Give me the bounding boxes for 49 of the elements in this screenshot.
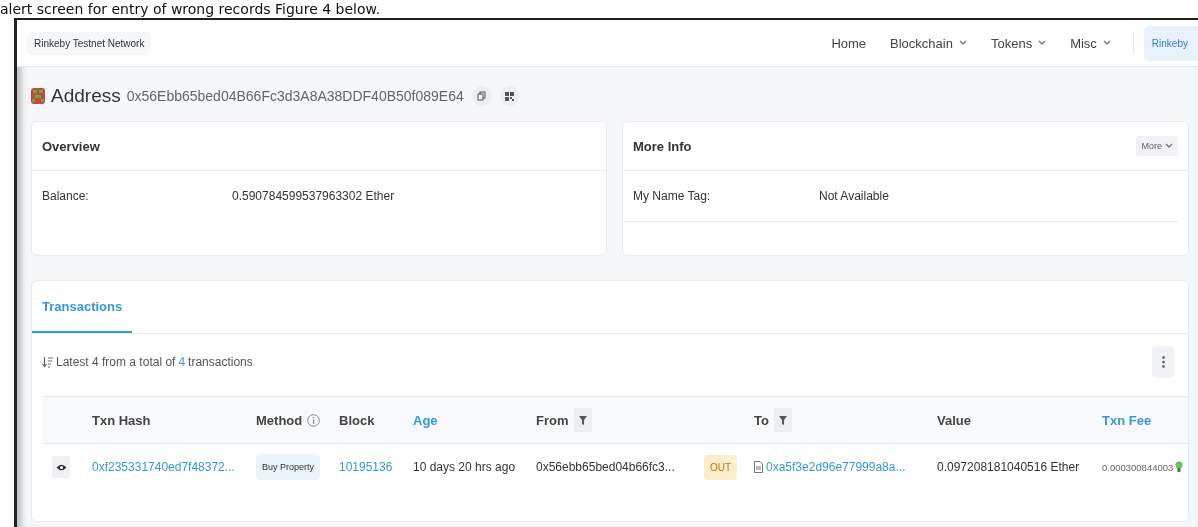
lightbulb-icon: [1175, 461, 1184, 473]
table-cell: 0.097208181040516 Ether: [937, 460, 1080, 474]
column-header[interactable]: Age: [413, 412, 438, 428]
chevron-icon: [1165, 143, 1173, 149]
table-cell: 0.000300844003: [1102, 461, 1174, 473]
nav-link[interactable]: Blockchain: [878, 35, 979, 51]
address-label: Address: [51, 85, 121, 107]
column-header[interactable]: Txn Fee: [1102, 412, 1152, 428]
field-label: Balance:: [42, 189, 90, 203]
more-button[interactable]: More: [1136, 136, 1178, 156]
field-value: Not Available: [819, 189, 889, 203]
identicon-icon: [31, 88, 45, 104]
info-icon: [307, 413, 321, 427]
column-header: Txn Hash: [92, 412, 151, 428]
qr-code-icon[interactable]: [499, 86, 520, 106]
address-link[interactable]: 0xa5f3e2d96e77999a8a...: [766, 460, 906, 474]
network-label: Rinkeby Testnet Network: [27, 31, 152, 55]
count-link[interactable]: 4: [178, 355, 186, 369]
nav-link[interactable]: Tokens: [978, 35, 1059, 51]
summary-text: transactions: [188, 355, 253, 369]
field-label: My Name Tag:: [633, 189, 712, 203]
hash-link[interactable]: 0xf235331740ed7f48372...: [92, 460, 235, 474]
table-cell: 0x56ebb65bed04b66fc3...: [536, 460, 675, 474]
caption-text: alert screen for entry of wrong records Figure 4 below.: [0, 0, 381, 18]
nav-link[interactable]: Home: [819, 35, 879, 51]
nav-link[interactable]: Misc: [1058, 35, 1123, 51]
card-title: More Info: [633, 138, 692, 154]
filter-icon[interactable]: [773, 408, 792, 432]
column-header: Value: [937, 412, 971, 428]
method-badge: Buy Property: [256, 454, 321, 480]
column-header: From: [536, 412, 569, 428]
block-link[interactable]: 10195136: [339, 460, 393, 474]
eye-icon[interactable]: [52, 456, 70, 478]
sort-icon: [42, 356, 53, 368]
tab[interactable]: Transactions: [32, 281, 133, 333]
card-title: Overview: [42, 138, 100, 154]
network-button[interactable]: Rinkeby: [1143, 25, 1198, 61]
filter-icon[interactable]: [573, 408, 592, 432]
copy-icon[interactable]: [471, 86, 492, 106]
more-options-icon[interactable]: [1152, 346, 1174, 378]
column-header: To: [754, 412, 769, 428]
summary-text: Latest 4 from a total of: [56, 355, 176, 369]
address-value: 0x56Ebb65bed04B66Fc3d3A8A38DDF40B50f089E64: [126, 88, 464, 104]
direction-badge: OUT: [704, 454, 738, 480]
document-icon: [754, 461, 763, 473]
column-header: Block: [339, 412, 375, 428]
column-header: Method: [256, 412, 303, 428]
table-cell: 10 days 20 hrs ago: [413, 460, 516, 474]
field-value: 0.590784599537963302 Ether: [232, 189, 395, 203]
